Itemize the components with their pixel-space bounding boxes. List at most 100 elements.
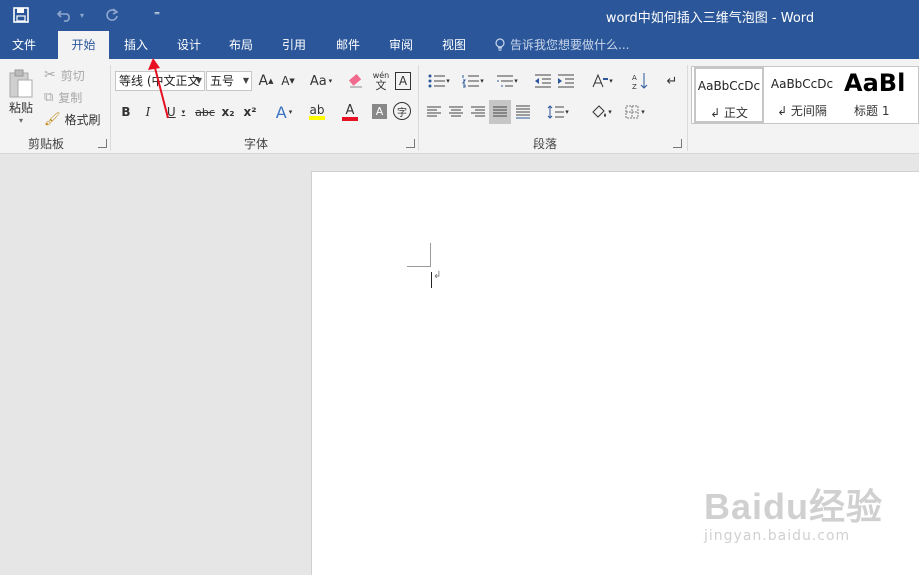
asian-layout-icon	[592, 73, 609, 88]
title-bar: ▾ ⁼ word中如何插入三维气泡图 - Word	[0, 0, 919, 31]
cut-button[interactable]: ✂ 剪切	[44, 65, 104, 85]
asian-layout-button[interactable]: ▾	[588, 71, 616, 91]
justify-button[interactable]	[489, 100, 511, 124]
eraser-icon	[348, 73, 362, 88]
tell-me-placeholder: 告诉我您想要做什么...	[510, 38, 630, 52]
tab-home[interactable]: 开始	[58, 31, 109, 59]
clipboard-launcher-icon[interactable]	[98, 139, 107, 148]
style-no-spacing[interactable]: AaBbCcDc ↲ 无间隔	[768, 67, 836, 123]
font-color-button[interactable]: A	[336, 102, 364, 122]
align-center-button[interactable]	[446, 102, 466, 122]
highlighter-icon: ab	[309, 103, 325, 117]
show-marks-button[interactable]: ↵	[663, 71, 681, 91]
highlight-button[interactable]: ab	[302, 102, 332, 122]
bold-button[interactable]: B	[117, 102, 135, 122]
font-size-value: 五号	[210, 74, 235, 88]
text-effects-button[interactable]: A ▾	[270, 102, 298, 122]
shading-button[interactable]: ▾	[586, 102, 616, 122]
align-left-icon	[427, 106, 441, 117]
font-group-label: 字体	[243, 137, 268, 151]
grow-font-button[interactable]: A ▲	[256, 71, 276, 91]
increase-indent-button[interactable]	[556, 71, 576, 91]
numbered-list-icon	[462, 75, 480, 88]
font-size-combo[interactable]: 五号 ▼	[206, 71, 252, 91]
style-sample: AaBl	[844, 69, 906, 97]
shrink-font-button[interactable]: A ▼	[278, 71, 298, 91]
enclose-character-icon: 字	[397, 107, 407, 119]
paste-button[interactable]: 粘贴 ▾	[4, 65, 38, 129]
distributed-icon	[516, 105, 530, 119]
tab-view[interactable]: 视图	[431, 31, 477, 59]
copy-label: 复制	[58, 90, 83, 105]
line-spacing-button[interactable]: ▾	[543, 102, 573, 122]
align-center-icon	[449, 106, 463, 117]
subscript-button[interactable]: x₂	[218, 102, 238, 122]
tab-layout[interactable]: 布局	[218, 31, 264, 59]
style-name: ↲ 无间隔	[777, 104, 827, 118]
style-normal[interactable]: AaBbCcDc ↲ 正文	[694, 67, 764, 123]
bullet-list-icon	[428, 74, 446, 88]
annotation-arrow-icon	[148, 58, 169, 119]
strikethrough-icon: abc	[195, 105, 215, 119]
character-shading-icon: A	[375, 105, 384, 118]
copy-button[interactable]: ⧉ 复制	[44, 87, 104, 107]
style-sample: AaBbCcDc	[697, 79, 761, 93]
character-border-button[interactable]: A	[395, 72, 411, 90]
bold-icon: B	[121, 105, 131, 119]
increase-indent-icon	[558, 74, 574, 88]
align-right-button[interactable]	[468, 102, 488, 122]
crop-mark	[430, 243, 431, 267]
svg-text:A: A	[632, 74, 637, 82]
style-heading-1[interactable]: AaBl 标题 1	[840, 67, 919, 123]
svg-text:Z: Z	[632, 83, 637, 90]
align-left-button[interactable]	[424, 102, 444, 122]
undo-icon[interactable]	[54, 5, 76, 25]
save-icon[interactable]	[10, 5, 32, 25]
tab-design[interactable]: 设计	[166, 31, 212, 59]
paste-dropdown-icon[interactable]: ▾	[19, 116, 23, 125]
distributed-button[interactable]	[513, 102, 533, 122]
clear-format-button[interactable]	[346, 71, 366, 91]
paste-label: 粘贴	[8, 101, 33, 115]
tell-me-search[interactable]: 告诉我您想要做什么...	[494, 31, 629, 59]
decrease-indent-button[interactable]	[533, 71, 553, 91]
undo-dropdown-icon[interactable]: ▾	[77, 5, 87, 25]
subscript-icon: x₂	[221, 105, 235, 119]
clipboard-group-label: 剪贴板	[27, 137, 64, 151]
numbering-button[interactable]: ▾	[458, 71, 488, 91]
styles-gallery[interactable]: AaBbCcDc ↲ 正文 AaBbCcDc ↲ 无间隔 AaBl 标题 1	[691, 66, 919, 124]
paragraph-launcher-icon[interactable]	[673, 139, 682, 148]
tab-references[interactable]: 引用	[271, 31, 317, 59]
superscript-button[interactable]: x²	[240, 102, 260, 122]
phonetic-guide-button[interactable]: wén 文	[371, 69, 391, 93]
group-separator	[687, 65, 688, 151]
chevron-down-icon: ▼	[195, 76, 202, 85]
tab-insert[interactable]: 插入	[113, 31, 159, 59]
shrink-font-icon: A	[281, 74, 290, 88]
enclose-character-button[interactable]: 字	[393, 102, 411, 120]
change-case-button[interactable]: Aa ▾	[306, 71, 336, 91]
character-shading-button[interactable]: A	[372, 104, 387, 119]
bullets-button[interactable]: ▾	[424, 71, 454, 91]
sort-button[interactable]: AZ	[630, 71, 650, 91]
customize-qat-icon[interactable]: ⁼	[150, 5, 164, 25]
crop-mark	[407, 266, 430, 267]
grow-font-icon: A	[258, 73, 269, 89]
redo-icon[interactable]	[102, 5, 122, 25]
multilevel-list-button[interactable]: ▾	[492, 71, 522, 91]
style-sample: AaBbCcDc	[770, 77, 834, 91]
window-title: word中如何插入三维气泡图 - Word	[605, 11, 815, 26]
font-launcher-icon[interactable]	[406, 139, 415, 148]
align-right-icon	[471, 106, 485, 117]
strikethrough-button[interactable]: abc	[194, 102, 216, 122]
tab-file[interactable]: 文件	[0, 31, 48, 59]
tab-review[interactable]: 审阅	[378, 31, 424, 59]
text-cursor	[431, 272, 432, 288]
watermark-url: jingyan.baidu.com	[704, 528, 851, 544]
borders-icon	[625, 105, 639, 119]
justify-icon	[493, 106, 507, 117]
borders-button[interactable]: ▾	[620, 102, 650, 122]
format-painter-button[interactable]: 🖌 格式刷	[44, 109, 106, 129]
character-border-icon: A	[398, 74, 408, 88]
tab-mailings[interactable]: 邮件	[325, 31, 371, 59]
